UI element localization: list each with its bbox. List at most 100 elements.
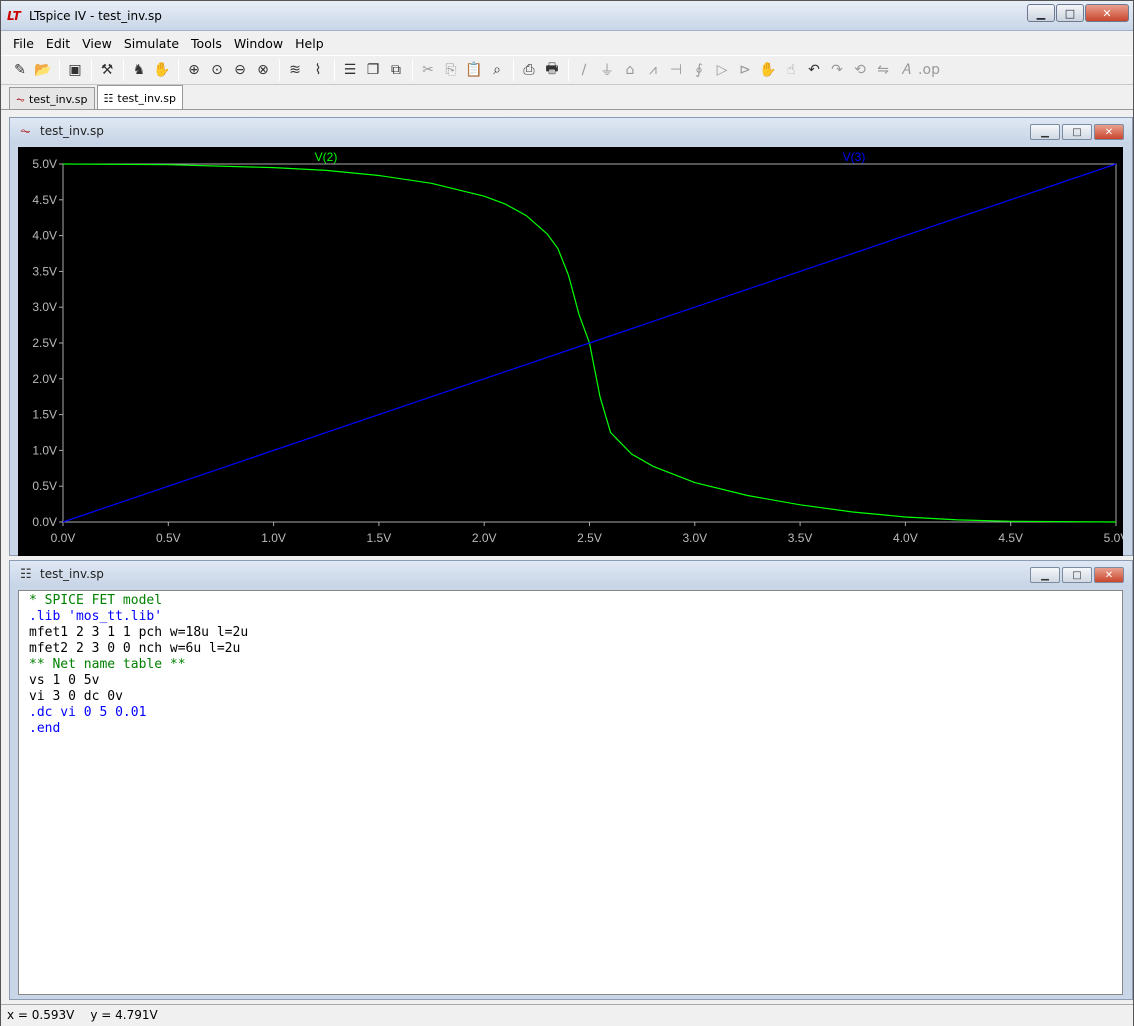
save-icon[interactable]: ▣: [64, 59, 86, 81]
resistor-icon[interactable]: ⩘: [642, 59, 664, 81]
capacitor-icon[interactable]: ⊣: [665, 59, 687, 81]
print-icon[interactable]: 🖶: [541, 59, 563, 81]
x-tick-label: 3.5V: [788, 531, 813, 545]
pick-traces-icon[interactable]: ⌇: [307, 59, 329, 81]
netlist-close-button[interactable]: ✕: [1094, 567, 1124, 583]
close-all-icon[interactable]: ⧉: [385, 59, 407, 81]
plot-window-titlebar[interactable]: ⏦ test_inv.sp ▁ □ ✕: [10, 118, 1132, 144]
component-icon[interactable]: ⊳: [734, 59, 756, 81]
netlist-line[interactable]: ** Net name table **: [29, 657, 248, 673]
maximize-button[interactable]: □: [1056, 4, 1084, 22]
trace-label[interactable]: V(2): [315, 150, 338, 164]
netlist-text[interactable]: * SPICE FET model .lib 'mos_tt.lib' mfet1 …: [29, 593, 248, 737]
menu-edit[interactable]: Edit: [40, 36, 76, 51]
y-tick-label: 5.0V: [32, 157, 57, 171]
autorange-icon[interactable]: ≋: [284, 59, 306, 81]
plot-window: ⏦ test_inv.sp ▁ □ ✕ 0.0V 0.5V 1.0V 1.5V 2.0V…: [9, 117, 1133, 556]
minimize-button[interactable]: ▁: [1027, 4, 1055, 22]
menu-help[interactable]: Help: [289, 36, 330, 51]
netlist-editor[interactable]: * SPICE FET model .lib 'mos_tt.lib' mfet1 …: [18, 590, 1123, 995]
status-bar: x = 0.593V y = 4.791V: [1, 1004, 1133, 1026]
drag-icon[interactable]: ☝: [780, 59, 802, 81]
y-tick-label: 4.5V: [32, 193, 57, 207]
netlist-minimize-button[interactable]: ▁: [1030, 567, 1060, 583]
netlist-window-titlebar[interactable]: ☷ test_inv.sp ▁ □ ✕: [10, 561, 1132, 587]
tab-netlist[interactable]: ☷ test_inv.sp: [96, 85, 183, 109]
waveform-icon: ⏦: [16, 92, 25, 106]
redo-icon[interactable]: ↷: [826, 59, 848, 81]
y-tick-label: 1.0V: [32, 443, 57, 457]
app-window: LT LTspice IV - test_inv.sp ▁ □ ✕ File E…: [0, 0, 1134, 1026]
y-tick-label: 2.5V: [32, 336, 57, 350]
netlist-line[interactable]: .end: [29, 721, 248, 737]
ltspice-logo-icon: LT: [7, 9, 21, 23]
menu-window[interactable]: Window: [228, 36, 289, 51]
menu-view[interactable]: View: [76, 36, 118, 51]
rotate-icon[interactable]: ⟲: [849, 59, 871, 81]
plot-maximize-button[interactable]: □: [1062, 124, 1092, 140]
find-icon[interactable]: ⌕: [486, 59, 508, 81]
y-tick-label: 4.0V: [32, 229, 57, 243]
series-line-V(3)[interactable]: [62, 163, 1117, 523]
tab-label: test_inv.sp: [117, 92, 176, 105]
netlist-line[interactable]: mfet2 2 3 0 0 nch w=6u l=2u: [29, 641, 248, 657]
pan-icon[interactable]: ✋: [151, 59, 173, 81]
netlist-line[interactable]: .lib 'mos_tt.lib': [29, 609, 248, 625]
open-icon[interactable]: 📂: [32, 59, 54, 81]
tile-horizontal-icon[interactable]: ☰: [339, 59, 361, 81]
netlist-maximize-button[interactable]: □: [1062, 567, 1092, 583]
menu-bar: File Edit View Simulate Tools Window Hel…: [1, 32, 1133, 54]
copy-icon[interactable]: ⎘: [440, 59, 462, 81]
menu-file[interactable]: File: [7, 36, 40, 51]
trace-label[interactable]: V(3): [843, 150, 866, 164]
x-tick-label: 1.0V: [261, 531, 286, 545]
cursor-y-readout: y = 4.791V: [90, 1008, 158, 1022]
title-bar[interactable]: LT LTspice IV - test_inv.sp ▁ □ ✕: [1, 1, 1133, 31]
y-tick-label: 0.0V: [32, 515, 57, 529]
document-tabs: ⏦ test_inv.sp ☷ test_inv.sp: [1, 85, 1133, 110]
spice-directive-icon[interactable]: .op: [918, 59, 940, 81]
zoom-out-icon[interactable]: ⊖: [229, 59, 251, 81]
control-panel-icon[interactable]: ⚒: [96, 59, 118, 81]
waveform-plot[interactable]: 0.0V 0.5V 1.0V 1.5V 2.0V 2.5V 3.0V 3.5V 4.0V 4.5V…: [18, 147, 1128, 556]
x-tick-label: 0.0V: [51, 531, 76, 545]
inductor-icon[interactable]: ∮: [688, 59, 710, 81]
zoom-cancel-icon[interactable]: ⊗: [252, 59, 274, 81]
move-icon[interactable]: ✋: [757, 59, 779, 81]
plot-pane[interactable]: 0.0V 0.5V 1.0V 1.5V 2.0V 2.5V 3.0V 3.5V 4.0V 4.5V…: [18, 147, 1128, 556]
new-schematic-icon[interactable]: ✎: [9, 59, 31, 81]
x-tick-label: 4.5V: [998, 531, 1023, 545]
cascade-icon[interactable]: ❐: [362, 59, 384, 81]
plot-close-button[interactable]: ✕: [1094, 124, 1124, 140]
text-icon[interactable]: 𝐴: [895, 59, 917, 81]
x-tick-label: 2.5V: [577, 531, 602, 545]
waveform-icon: ⏦: [20, 124, 31, 139]
menu-simulate[interactable]: Simulate: [118, 36, 185, 51]
netlist-line[interactable]: .dc vi 0 5 0.01: [29, 705, 248, 721]
diode-icon[interactable]: ▷: [711, 59, 733, 81]
plot-minimize-button[interactable]: ▁: [1030, 124, 1060, 140]
y-tick-label: 1.5V: [32, 408, 57, 422]
tab-waveform[interactable]: ⏦ test_inv.sp: [9, 87, 95, 109]
netlist-icon: ☷: [103, 92, 114, 105]
wire-icon[interactable]: ∕: [573, 59, 595, 81]
netlist-line[interactable]: mfet1 2 3 1 1 pch w=18u l=2u: [29, 625, 248, 641]
ground-icon[interactable]: ⏚: [596, 59, 618, 81]
plot-window-title: test_inv.sp: [40, 124, 104, 138]
close-button[interactable]: ✕: [1085, 4, 1129, 22]
print-setup-icon[interactable]: ⎙: [518, 59, 540, 81]
netlist-line[interactable]: vs 1 0 5v: [29, 673, 248, 689]
cut-icon[interactable]: ✂: [417, 59, 439, 81]
menu-tools[interactable]: Tools: [185, 36, 228, 51]
netlist-line[interactable]: vi 3 0 dc 0v: [29, 689, 248, 705]
netlist-line[interactable]: * SPICE FET model: [29, 593, 248, 609]
tab-label: test_inv.sp: [29, 93, 88, 106]
run-icon[interactable]: ♞: [128, 59, 150, 81]
label-icon[interactable]: ⌂: [619, 59, 641, 81]
mirror-icon[interactable]: ⇋: [872, 59, 894, 81]
toolbar: ✎ 📂 ▣ ⚒ ♞ ✋ ⊕ ⊙ ⊖ ⊗ ≋ ⌇ ☰ ❐ ⧉ ✂ ⎘ 📋 ⌕ ⎙ …: [1, 55, 1133, 85]
undo-icon[interactable]: ↶: [803, 59, 825, 81]
zoom-area-icon[interactable]: ⊙: [206, 59, 228, 81]
paste-icon[interactable]: 📋: [463, 59, 485, 81]
zoom-in-icon[interactable]: ⊕: [183, 59, 205, 81]
